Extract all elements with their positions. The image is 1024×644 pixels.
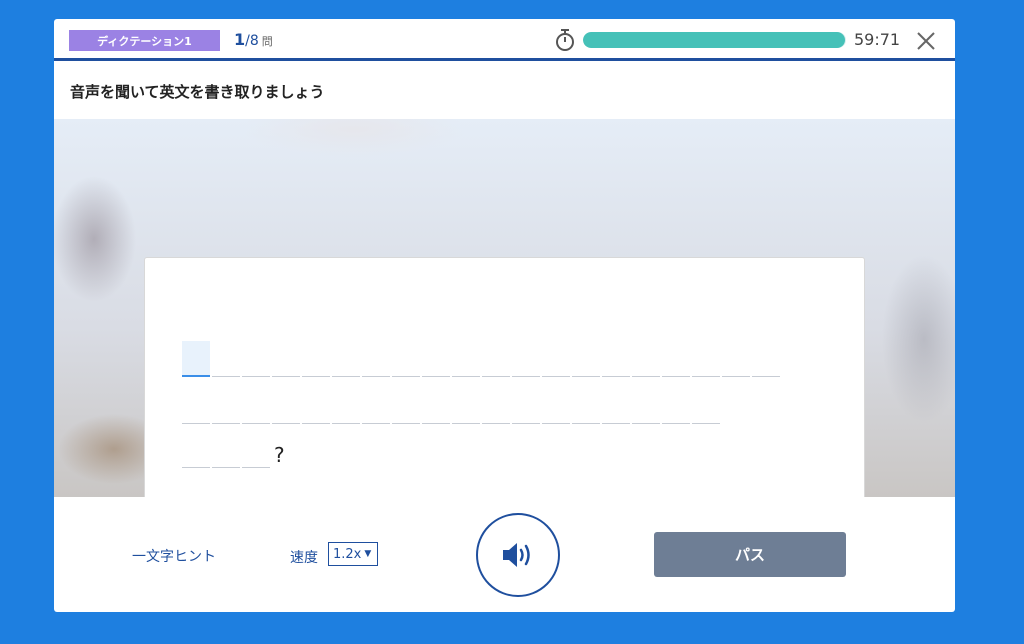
answer-slot[interactable] — [572, 388, 600, 424]
answer-slot[interactable] — [422, 341, 450, 377]
answer-slot[interactable] — [692, 388, 720, 424]
answer-slot[interactable] — [452, 388, 480, 424]
question-current: 1 — [234, 30, 246, 49]
pass-button[interactable]: パス — [654, 532, 846, 577]
speaker-icon — [503, 543, 530, 567]
answer-line-3[interactable]: ? — [182, 432, 285, 468]
speed-label: 速度 — [290, 550, 318, 566]
answer-slot[interactable] — [452, 341, 480, 377]
answer-line-1[interactable] — [182, 341, 782, 377]
answer-slot-active[interactable] — [182, 341, 210, 377]
dictation-card: ディクテーション1 1 /8 問 59:71 音声を聞いて英文を書き取りましょう… — [54, 19, 955, 612]
stopwatch-icon — [556, 29, 574, 51]
play-audio-button[interactable] — [476, 513, 560, 597]
answer-punctuation: ? — [274, 443, 285, 467]
answer-slot[interactable] — [212, 341, 240, 377]
answer-slot[interactable] — [332, 341, 360, 377]
answer-slot[interactable] — [512, 341, 540, 377]
answer-line-2[interactable] — [182, 388, 722, 424]
answer-slot[interactable] — [542, 388, 570, 424]
answer-slot[interactable] — [662, 388, 690, 424]
answer-slot[interactable] — [662, 341, 690, 377]
answer-slot[interactable] — [572, 341, 600, 377]
answer-slot[interactable] — [242, 388, 270, 424]
exercise-badge: ディクテーション1 — [69, 30, 220, 51]
question-counter: 1 /8 問 — [234, 30, 273, 52]
background-image: ? — [54, 119, 955, 497]
answer-slot[interactable] — [182, 388, 210, 424]
timer-text: 59:71 — [854, 30, 901, 49]
answer-slot[interactable] — [302, 341, 330, 377]
close-icon[interactable] — [914, 29, 938, 53]
answer-slot[interactable] — [242, 341, 270, 377]
hint-button[interactable]: 一文字ヒント — [132, 546, 216, 566]
instruction-text: 音声を聞いて英文を書き取りましょう — [70, 83, 325, 101]
answer-box[interactable]: ? — [144, 257, 865, 497]
answer-slot[interactable] — [422, 388, 450, 424]
answer-slot[interactable] — [632, 388, 660, 424]
answer-slot[interactable] — [302, 388, 330, 424]
timer-progress-bar — [583, 32, 846, 48]
answer-slot[interactable] — [632, 341, 660, 377]
answer-slot[interactable] — [752, 341, 780, 377]
answer-slot[interactable] — [602, 341, 630, 377]
answer-slot[interactable] — [212, 388, 240, 424]
answer-slot[interactable] — [362, 341, 390, 377]
answer-slot[interactable] — [362, 388, 390, 424]
answer-slot[interactable] — [392, 388, 420, 424]
question-total: /8 — [245, 33, 259, 49]
answer-slot[interactable] — [332, 388, 360, 424]
speed-value: 1.2x — [333, 546, 362, 562]
answer-slot[interactable] — [182, 432, 210, 468]
answer-slot[interactable] — [482, 388, 510, 424]
answer-slot[interactable] — [722, 341, 750, 377]
timer-progress-fill — [583, 32, 845, 48]
answer-slot[interactable] — [392, 341, 420, 377]
answer-slot[interactable] — [542, 341, 570, 377]
answer-slot[interactable] — [482, 341, 510, 377]
answer-slot[interactable] — [212, 432, 240, 468]
answer-slot[interactable] — [272, 341, 300, 377]
question-unit: 問 — [261, 35, 273, 48]
speed-select[interactable]: 1.2x ▼ — [328, 542, 378, 566]
top-bar: ディクテーション1 1 /8 問 59:71 — [54, 19, 955, 61]
answer-slot[interactable] — [242, 432, 270, 468]
answer-slot[interactable] — [692, 341, 720, 377]
answer-slot[interactable] — [602, 388, 630, 424]
caret-down-icon: ▼ — [364, 549, 372, 559]
control-bar: 一文字ヒント 速度 1.2x ▼ パス — [54, 497, 955, 612]
answer-slot[interactable] — [512, 388, 540, 424]
answer-slot[interactable] — [272, 388, 300, 424]
